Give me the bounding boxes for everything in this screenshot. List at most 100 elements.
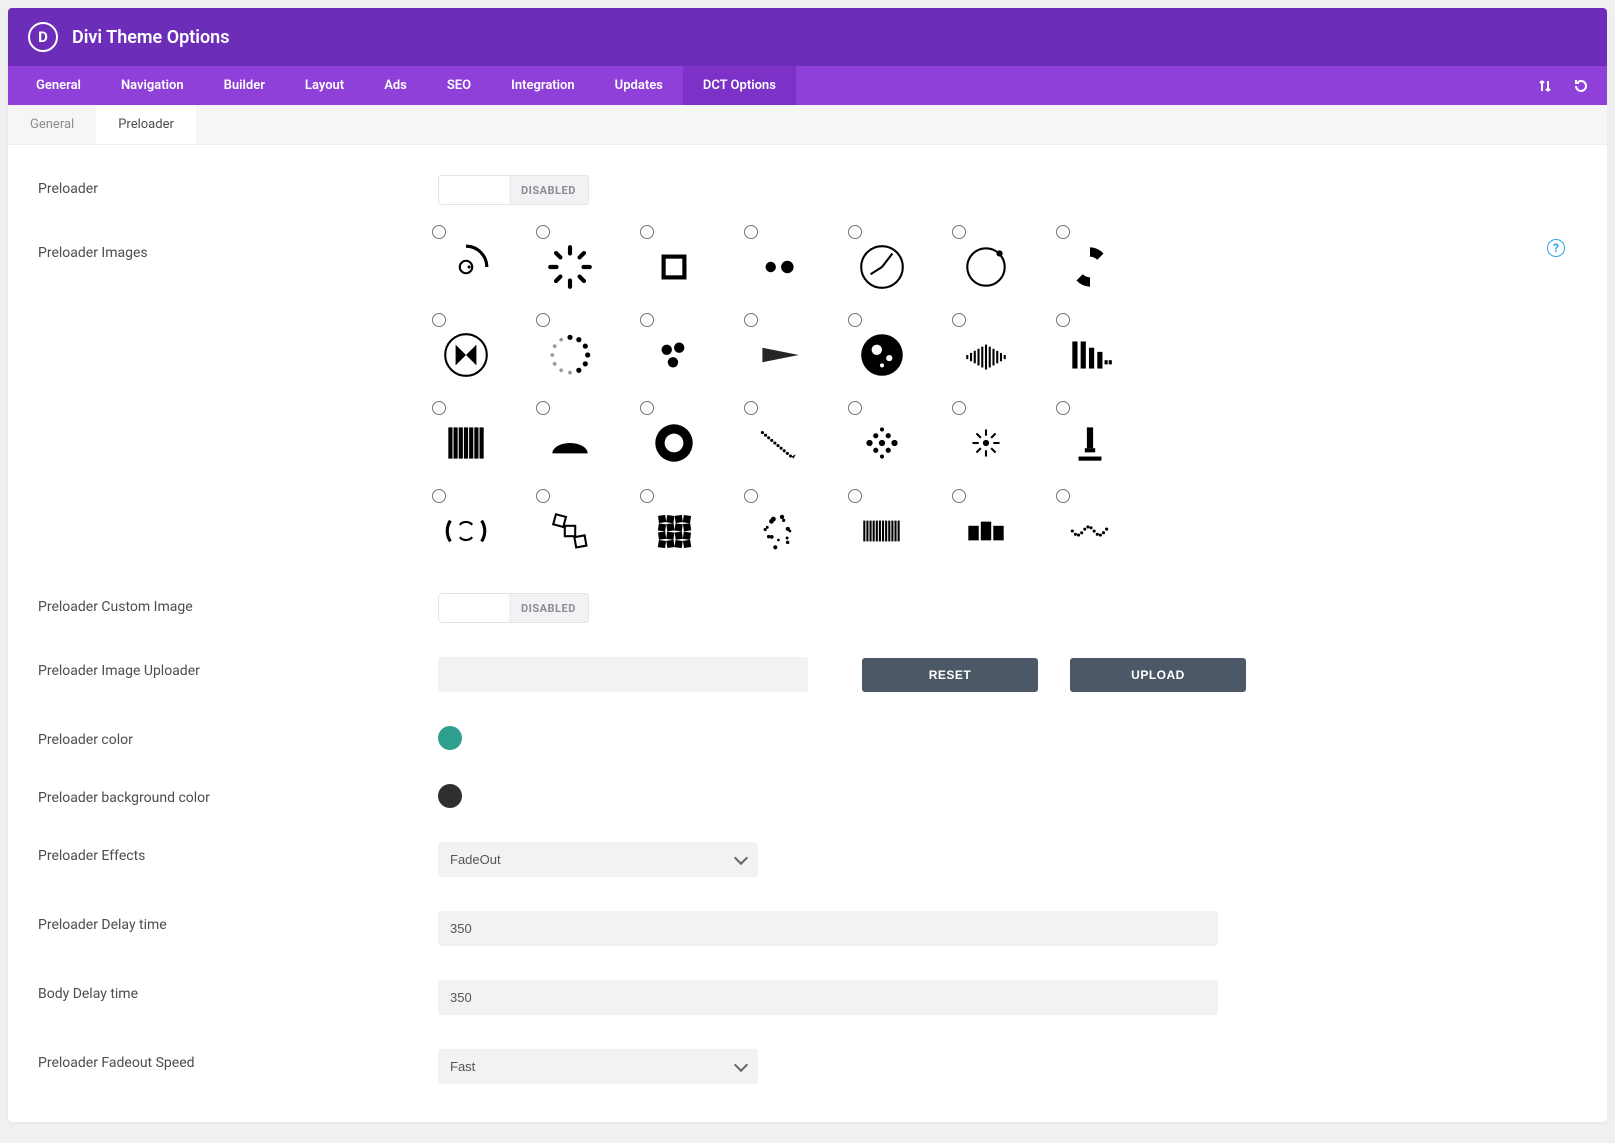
effects-select[interactable]: FadeOut: [438, 842, 758, 877]
body-delay-input[interactable]: [438, 980, 1218, 1015]
preloader-thumb-icon: [748, 503, 808, 559]
preloader-image-radio[interactable]: [640, 489, 654, 503]
preloader-image-radio[interactable]: [536, 489, 550, 503]
preloader-thumb-icon: [540, 327, 600, 383]
tab-ads[interactable]: Ads: [364, 66, 427, 105]
preloader-image-option[interactable]: [750, 327, 840, 383]
preloader-image-option[interactable]: [542, 415, 632, 471]
preloader-image-option[interactable]: [750, 415, 840, 471]
preloader-image-radio[interactable]: [1056, 401, 1070, 415]
divi-logo-icon: D: [28, 22, 58, 52]
secondary-tabs: General Preloader: [8, 105, 1607, 145]
preloader-image-option[interactable]: [854, 239, 944, 295]
tab-general[interactable]: General: [16, 66, 101, 105]
preloader-image-option[interactable]: [646, 503, 736, 559]
tab-dct-options[interactable]: DCT Options: [683, 66, 796, 105]
label-preloader-color: Preloader color: [38, 726, 438, 748]
preloader-image-option[interactable]: [750, 239, 840, 295]
tab-builder[interactable]: Builder: [204, 66, 285, 105]
fadeout-select[interactable]: Fast: [438, 1049, 758, 1084]
header: D Divi Theme Options: [8, 8, 1607, 66]
preloader-image-radio[interactable]: [640, 313, 654, 327]
preloader-toggle[interactable]: DISABLED: [438, 175, 589, 205]
preloader-image-option[interactable]: [1062, 415, 1152, 471]
preloader-image-option[interactable]: [542, 239, 632, 295]
preloader-image-option[interactable]: [854, 415, 944, 471]
preloader-thumb-icon: [644, 239, 704, 295]
subtab-preloader[interactable]: Preloader: [96, 105, 196, 144]
preloader-image-option[interactable]: [542, 327, 632, 383]
preloader-image-radio[interactable]: [744, 225, 758, 239]
preloader-image-option[interactable]: [854, 503, 944, 559]
uploader-path-input[interactable]: [438, 657, 808, 692]
toggle-disabled-label: DISABLED: [509, 176, 588, 204]
upload-button[interactable]: UPLOAD: [1070, 658, 1246, 692]
reset-icon[interactable]: [1563, 70, 1599, 102]
sort-icon[interactable]: [1527, 70, 1563, 102]
preloader-thumb-icon: [540, 503, 600, 559]
subtab-general[interactable]: General: [8, 105, 96, 144]
tab-seo[interactable]: SEO: [427, 66, 491, 105]
tab-navigation[interactable]: Navigation: [101, 66, 204, 105]
preloader-image-radio[interactable]: [536, 225, 550, 239]
preloader-thumb-icon: [956, 415, 1016, 471]
reset-button[interactable]: RESET: [862, 658, 1038, 692]
custom-image-toggle[interactable]: DISABLED: [438, 593, 589, 623]
preloader-thumb-icon: [1060, 327, 1120, 383]
preloader-image-radio[interactable]: [848, 225, 862, 239]
tab-integration[interactable]: Integration: [491, 66, 595, 105]
preloader-image-radio[interactable]: [848, 401, 862, 415]
preloader-image-option[interactable]: [1062, 239, 1152, 295]
preloader-image-option[interactable]: [438, 239, 528, 295]
preloader-image-option[interactable]: [646, 239, 736, 295]
preloader-image-radio[interactable]: [640, 401, 654, 415]
preloader-image-radio[interactable]: [848, 313, 862, 327]
preloader-bg-swatch[interactable]: [438, 784, 462, 808]
preloader-image-option[interactable]: [854, 327, 944, 383]
preloader-image-radio[interactable]: [952, 489, 966, 503]
preloader-image-radio[interactable]: [744, 489, 758, 503]
preloader-image-option[interactable]: [438, 503, 528, 559]
tab-updates[interactable]: Updates: [595, 66, 683, 105]
preloader-image-option[interactable]: [1062, 327, 1152, 383]
preloader-thumb-icon: [1060, 415, 1120, 471]
preloader-image-option[interactable]: [438, 415, 528, 471]
preloader-image-radio[interactable]: [952, 401, 966, 415]
tab-layout[interactable]: Layout: [285, 66, 364, 105]
preloader-image-radio[interactable]: [640, 225, 654, 239]
preloader-thumb-icon: [956, 327, 1016, 383]
preloader-image-radio[interactable]: [432, 313, 446, 327]
preloader-image-radio[interactable]: [952, 313, 966, 327]
preloader-thumb-icon: [956, 239, 1016, 295]
delay-input[interactable]: [438, 911, 1218, 946]
preloader-image-radio[interactable]: [536, 401, 550, 415]
preloader-image-option[interactable]: [646, 415, 736, 471]
preloader-image-radio[interactable]: [1056, 313, 1070, 327]
preloader-image-option[interactable]: [646, 327, 736, 383]
preloader-thumb-icon: [436, 503, 496, 559]
help-icon[interactable]: ?: [1547, 239, 1565, 257]
preloader-image-radio[interactable]: [432, 225, 446, 239]
preloader-image-option[interactable]: [542, 503, 632, 559]
preloader-image-option[interactable]: [958, 327, 1048, 383]
preloader-color-swatch[interactable]: [438, 726, 462, 750]
preloader-image-radio[interactable]: [744, 401, 758, 415]
preloader-image-radio[interactable]: [1056, 225, 1070, 239]
preloader-image-radio[interactable]: [536, 313, 550, 327]
preloader-thumb-icon: [540, 239, 600, 295]
preloader-image-option[interactable]: [958, 415, 1048, 471]
preloader-image-option[interactable]: [438, 327, 528, 383]
preloader-thumb-icon: [1060, 239, 1120, 295]
preloader-image-radio[interactable]: [952, 225, 966, 239]
preloader-image-radio[interactable]: [1056, 489, 1070, 503]
label-bg-color: Preloader background color: [38, 784, 438, 806]
preloader-image-radio[interactable]: [848, 489, 862, 503]
preloader-image-option[interactable]: [1062, 503, 1152, 559]
preloader-image-option[interactable]: [958, 239, 1048, 295]
preloader-image-radio[interactable]: [744, 313, 758, 327]
preloader-image-radio[interactable]: [432, 489, 446, 503]
preloader-image-option[interactable]: [750, 503, 840, 559]
preloader-image-radio[interactable]: [432, 401, 446, 415]
preloader-image-option[interactable]: [958, 503, 1048, 559]
toggle-disabled-label-2: DISABLED: [509, 594, 588, 622]
